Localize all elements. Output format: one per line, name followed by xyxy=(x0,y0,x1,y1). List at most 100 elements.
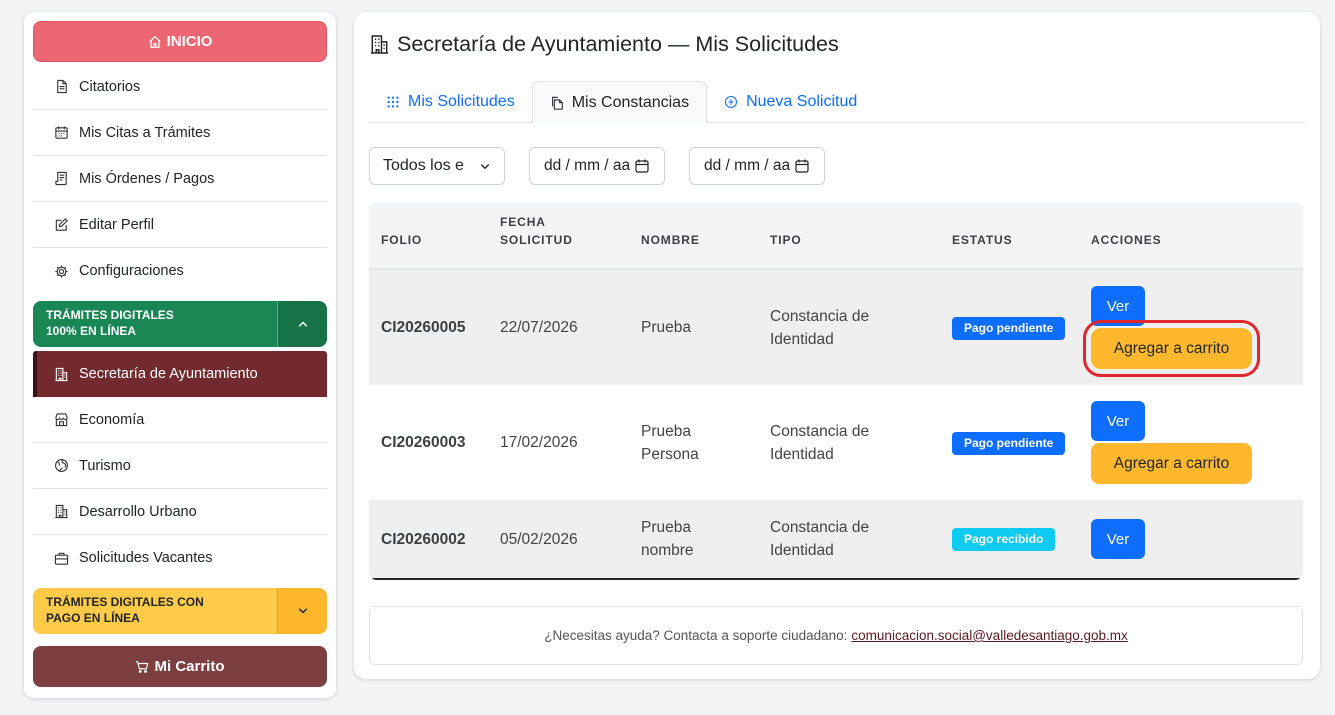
ver-button[interactable]: Ver xyxy=(1091,519,1145,559)
section-label-line2: 100% EN LÍNEA xyxy=(46,324,137,338)
header-folio[interactable]: FOLIO xyxy=(369,231,500,249)
gear-icon xyxy=(53,263,70,280)
header-fecha-line1: FECHA xyxy=(500,215,546,229)
sidebar-item-citas[interactable]: Mis Citas a Trámites xyxy=(33,110,327,156)
status-filter-select[interactable]: Todos los e xyxy=(369,147,505,185)
sidebar-item-label: Editar Perfil xyxy=(79,216,154,233)
date-to-input[interactable]: dd / mm / aa xyxy=(689,147,825,185)
nombre-line2: nombre xyxy=(641,542,694,559)
nombre-line2: Persona xyxy=(641,445,699,463)
receipt-icon xyxy=(53,170,70,187)
sidebar-item-desarrollo-urbano[interactable]: Desarrollo Urbano xyxy=(33,489,327,535)
tipo-line2: Identidad xyxy=(770,542,834,559)
home-icon xyxy=(148,35,161,48)
inicio-button[interactable]: INICIO xyxy=(33,21,327,62)
tipo-line2: Identidad xyxy=(770,330,834,348)
carrito-label: Mi Carrito xyxy=(154,658,225,675)
tipo-line1: Constancia de xyxy=(770,422,870,440)
table-header: FOLIO FECHA SOLICITUD NOMBRE TIPO ESTATU… xyxy=(369,202,1303,270)
sidebar-item-label: Mis Órdenes / Pagos xyxy=(79,170,215,187)
solicitudes-table: FOLIO FECHA SOLICITUD NOMBRE TIPO ESTATU… xyxy=(369,202,1303,580)
agregar-carrito-button[interactable]: Agregar a carrito xyxy=(1083,320,1260,377)
cart-icon xyxy=(136,660,149,673)
actions-cell: Ver xyxy=(1091,519,1303,559)
sidebar-item-solicitudes-vacantes[interactable]: Solicitudes Vacantes xyxy=(33,535,327,581)
digital-menu: Secretaría de Ayuntamiento Economía Turi… xyxy=(33,351,327,581)
sidebar-item-label: Desarrollo Urbano xyxy=(79,503,197,520)
document-icon xyxy=(53,78,70,95)
date-from-input[interactable]: dd / mm / aa xyxy=(529,147,665,185)
sidebar-item-label: Mis Citas a Trámites xyxy=(79,124,211,141)
tipo-cell: Constancia de Identidad xyxy=(770,305,952,351)
tab-label: Mis Constancias xyxy=(571,93,690,111)
grid-dots-icon xyxy=(387,96,399,108)
folio-cell: CI20260002 xyxy=(381,530,466,548)
main-menu: Citatorios Mis Citas a Trámites Mis Órde… xyxy=(33,64,327,294)
tab-label: Mis Solicitudes xyxy=(408,93,515,110)
tipo-line2: Identidad xyxy=(770,445,834,463)
sidebar-item-editar-perfil[interactable]: Editar Perfil xyxy=(33,202,327,248)
building-icon xyxy=(53,366,70,383)
header-estatus[interactable]: ESTATUS xyxy=(952,231,1091,249)
table-row: CI20260002 05/02/2026 Prueba nombre Cons… xyxy=(369,500,1303,580)
calendar-icon xyxy=(53,124,70,141)
header-fecha-line2: SOLICITUD xyxy=(500,233,573,247)
filters-bar: Todos los e dd / mm / aa dd / mm / aa xyxy=(369,147,1305,185)
sidebar-item-economia[interactable]: Economía xyxy=(33,397,327,443)
tab-mis-constancias[interactable]: Mis Constancias xyxy=(531,81,708,124)
fecha-cell: 05/02/2026 xyxy=(500,530,578,548)
ver-button[interactable]: Ver xyxy=(1091,401,1145,441)
tab-mis-solicitudes[interactable]: Mis Solicitudes xyxy=(369,81,532,123)
chevron-down-icon xyxy=(480,164,490,170)
header-tipo[interactable]: TIPO xyxy=(770,231,952,249)
chevron-up-icon xyxy=(298,321,307,327)
header-acciones: ACCIONES xyxy=(1091,233,1162,247)
section-tramites-digitales[interactable]: TRÁMITES DIGITALES 100% EN LÍNEA xyxy=(33,301,327,347)
status-filter-value: Todos los e xyxy=(383,157,464,174)
actions-cell: Ver Agregar a carrito xyxy=(1083,286,1303,377)
sidebar-item-ordenes[interactable]: Mis Órdenes / Pagos xyxy=(33,156,327,202)
section-expand-toggle[interactable] xyxy=(277,588,327,634)
help-text: ¿Necesitas ayuda? Contacta a soporte ciu… xyxy=(544,628,848,643)
estatus-cell: Pago pendiente xyxy=(952,431,1091,455)
section-label-line1: TRÁMITES DIGITALES xyxy=(46,308,174,322)
mi-carrito-button[interactable]: Mi Carrito xyxy=(33,646,327,687)
fecha-cell: 22/07/2026 xyxy=(500,319,578,336)
globe-icon xyxy=(53,457,70,474)
sidebar-item-label: Turismo xyxy=(79,457,131,474)
sidebar-item-label: Economía xyxy=(79,411,145,428)
section-label: TRÁMITES DIGITALES CON PAGO EN LÍNEA xyxy=(33,588,277,634)
tipo-line1: Constancia de xyxy=(770,519,870,536)
agregar-carrito-button[interactable]: Agregar a carrito xyxy=(1091,443,1252,484)
sidebar-item-citatorios[interactable]: Citatorios xyxy=(33,64,327,110)
actions-cell: Ver Agregar a carrito xyxy=(1091,401,1303,484)
ver-button[interactable]: Ver xyxy=(1091,286,1145,326)
nombre-line1: Prueba xyxy=(641,422,691,440)
building-icon xyxy=(370,34,389,54)
page-title-text: Secretaría de Ayuntamiento — Mis Solicit… xyxy=(397,31,839,56)
support-email-link[interactable]: comunicacion.social@valledesantiago.gob.… xyxy=(851,628,1127,643)
table-row: CI20260005 22/07/2026 Prueba Constancia … xyxy=(369,270,1303,385)
date-from-placeholder: dd / mm / aa xyxy=(544,157,631,174)
chevron-down-icon xyxy=(298,608,307,614)
plus-circle-icon xyxy=(725,95,738,109)
sidebar-item-label: Configuraciones xyxy=(79,263,184,279)
sidebar-item-turismo[interactable]: Turismo xyxy=(33,443,327,489)
sidebar-item-configuraciones[interactable]: Configuraciones xyxy=(33,248,327,294)
header-fecha[interactable]: FECHA SOLICITUD xyxy=(500,213,641,249)
nombre-cell: Prueba nombre xyxy=(641,516,770,562)
tipo-cell: Constancia de Identidad xyxy=(770,516,952,562)
header-nombre[interactable]: NOMBRE xyxy=(641,231,770,249)
tipo-line1: Constancia de xyxy=(770,307,870,325)
sidebar: INICIO Citatorios Mis Citas a Trámites M… xyxy=(24,12,336,698)
estatus-cell: Pago pendiente xyxy=(952,316,1091,340)
folio-cell: CI20260005 xyxy=(381,319,466,336)
section-collapse-toggle[interactable] xyxy=(277,301,327,347)
table-row: CI20260003 17/02/2026 Prueba Persona Con… xyxy=(369,385,1303,500)
tab-nueva-solicitud[interactable]: Nueva Solicitud xyxy=(707,81,874,123)
sidebar-item-secretaria[interactable]: Secretaría de Ayuntamiento xyxy=(33,351,327,397)
section-tramites-pago[interactable]: TRÁMITES DIGITALES CON PAGO EN LÍNEA xyxy=(33,588,327,634)
status-badge: Pago pendiente xyxy=(952,316,1066,340)
sidebar-item-label: Citatorios xyxy=(79,78,141,95)
nombre-line1: Prueba xyxy=(641,519,691,536)
